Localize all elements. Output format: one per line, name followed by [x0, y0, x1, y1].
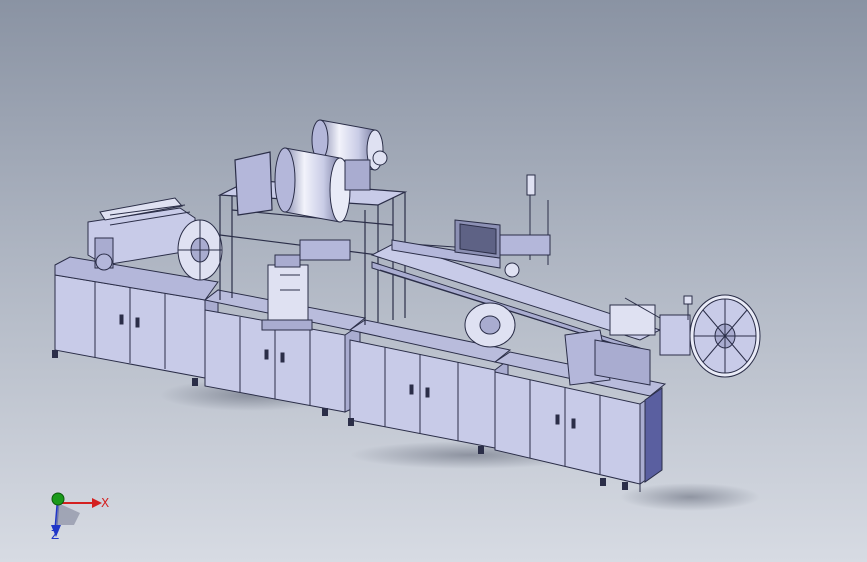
left-reel[interactable] [177, 219, 223, 281]
axis-x-label: X [101, 496, 110, 510]
control-panel[interactable] [454, 219, 501, 259]
triad-plane-icon [56, 503, 80, 525]
machine-assembly-model[interactable] [0, 0, 867, 562]
right-station[interactable] [499, 174, 551, 278]
y-axis-dot-icon [51, 492, 65, 506]
main-roll-stack[interactable] [274, 119, 388, 223]
axis-z-label: Z [51, 528, 60, 542]
end-panel [644, 387, 663, 483]
middle-reel[interactable] [464, 302, 516, 348]
graphics-viewport[interactable]: X Z [0, 0, 867, 562]
right-end-reel[interactable] [683, 294, 761, 378]
